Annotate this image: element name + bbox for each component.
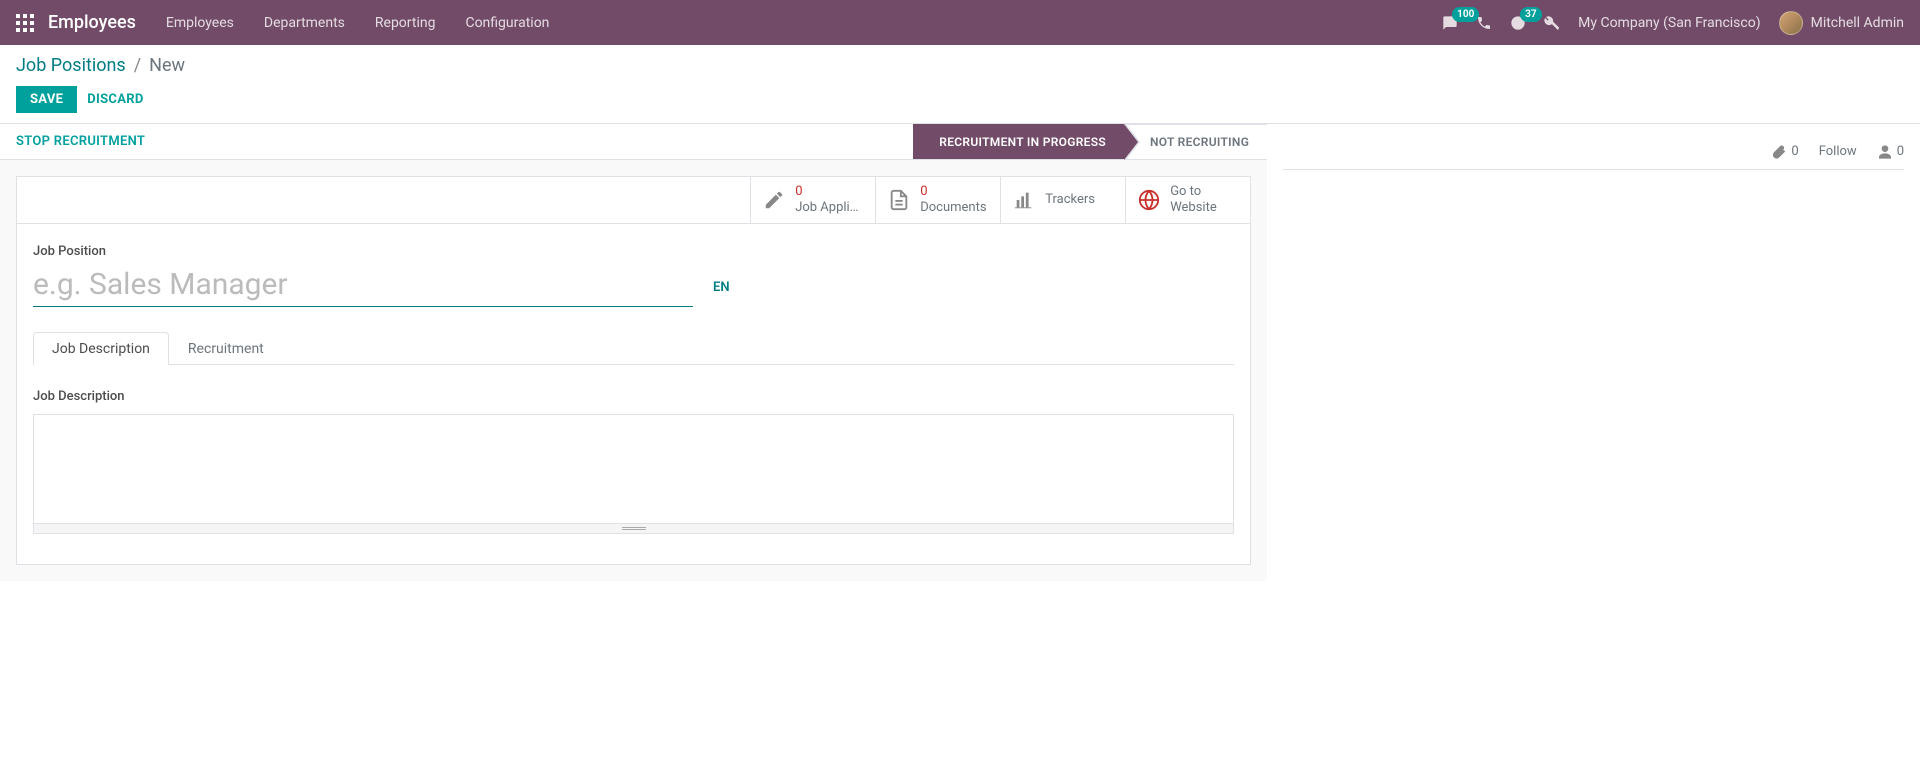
app-title: Employees	[48, 12, 136, 33]
main-column: STOP RECRUITMENT RECRUITMENT IN PROGRESS…	[0, 124, 1267, 581]
menu-employees[interactable]: Employees	[166, 15, 234, 31]
stat-applications-label: Job Applic...	[795, 200, 863, 216]
bar-chart-icon	[1013, 189, 1035, 211]
phone-icon[interactable]	[1476, 15, 1492, 31]
followers-button[interactable]: 0	[1877, 144, 1904, 160]
stat-trackers-label: Trackers	[1045, 192, 1095, 208]
document-icon	[888, 189, 910, 211]
title-input-wrap	[33, 263, 693, 307]
main-wrap: STOP RECRUITMENT RECRUITMENT IN PROGRESS…	[0, 124, 1920, 581]
form-sheet: 0 Job Applic... 0 Documents	[16, 176, 1251, 565]
side-column: 0 Follow 0	[1267, 124, 1920, 581]
debug-icon[interactable]	[1544, 15, 1560, 31]
globe-icon	[1138, 189, 1160, 211]
stat-applications-value: 0	[795, 184, 863, 200]
status-bar: STOP RECRUITMENT RECRUITMENT IN PROGRESS…	[0, 124, 1267, 160]
breadcrumb-sep: /	[134, 55, 141, 76]
user-name: Mitchell Admin	[1811, 15, 1904, 31]
menu-departments[interactable]: Departments	[264, 15, 345, 31]
job-position-input[interactable]	[33, 263, 693, 307]
top-navbar: Employees Employees Departments Reportin…	[0, 0, 1920, 45]
follow-button[interactable]: Follow	[1819, 144, 1857, 159]
breadcrumb-current: New	[149, 55, 185, 76]
status-steps: RECRUITMENT IN PROGRESS NOT RECRUITING	[913, 124, 1267, 159]
job-description-label: Job Description	[33, 389, 1234, 404]
job-description-editor[interactable]	[33, 414, 1234, 524]
stat-website-label1: Go to	[1170, 184, 1217, 200]
stat-trackers[interactable]: Trackers	[1000, 177, 1125, 223]
stat-documents-value: 0	[920, 184, 986, 200]
discard-button[interactable]: DISCARD	[87, 92, 143, 107]
avatar	[1779, 11, 1803, 35]
language-badge[interactable]: EN	[713, 280, 730, 307]
activities-icon[interactable]: 37	[1510, 15, 1526, 31]
tab-job-description[interactable]: Job Description	[33, 332, 169, 365]
stat-buttons: 0 Job Applic... 0 Documents	[17, 177, 1250, 224]
save-button[interactable]: SAVE	[16, 86, 77, 113]
messages-icon[interactable]: 100	[1442, 15, 1458, 31]
apps-icon[interactable]	[16, 14, 34, 32]
menu-configuration[interactable]: Configuration	[465, 15, 549, 31]
pencil-icon	[763, 189, 785, 211]
action-buttons: SAVE DISCARD	[16, 86, 1904, 113]
form-container: 0 Job Applic... 0 Documents	[0, 160, 1267, 581]
job-position-label: Job Position	[33, 244, 1234, 259]
title-row: EN	[33, 263, 1234, 307]
navbar-right: 100 37 My Company (San Francisco) Mitche…	[1442, 11, 1904, 35]
user-icon	[1877, 144, 1893, 160]
paperclip-icon	[1771, 144, 1787, 160]
followers-count: 0	[1897, 144, 1904, 159]
stat-documents-label: Documents	[920, 200, 986, 216]
company-switcher[interactable]: My Company (San Francisco)	[1578, 15, 1760, 31]
user-menu[interactable]: Mitchell Admin	[1779, 11, 1904, 35]
attachments-count: 0	[1791, 144, 1798, 159]
stat-website[interactable]: Go to Website	[1125, 177, 1250, 223]
status-recruiting[interactable]: RECRUITMENT IN PROGRESS	[913, 124, 1124, 159]
status-not-recruiting[interactable]: NOT RECRUITING	[1124, 124, 1267, 159]
stat-applications[interactable]: 0 Job Applic...	[750, 177, 875, 223]
stat-website-label2: Website	[1170, 200, 1217, 216]
form-tabs: Job Description Recruitment	[33, 331, 1234, 365]
stat-documents[interactable]: 0 Documents	[875, 177, 1000, 223]
tab-recruitment[interactable]: Recruitment	[169, 332, 283, 365]
control-panel: Job Positions / New SAVE DISCARD	[0, 45, 1920, 124]
chatter-actions: 0 Follow 0	[1283, 134, 1904, 170]
activities-badge: 37	[1520, 7, 1541, 22]
breadcrumb: Job Positions / New	[16, 55, 1904, 76]
breadcrumb-parent[interactable]: Job Positions	[16, 55, 126, 76]
attachments-button[interactable]: 0	[1771, 144, 1798, 160]
form-body: Job Position EN Job Description Recruitm…	[17, 224, 1250, 564]
main-menu: Employees Departments Reporting Configur…	[166, 15, 550, 31]
menu-reporting[interactable]: Reporting	[375, 15, 436, 31]
resize-grip[interactable]	[33, 524, 1234, 534]
stop-recruitment-button[interactable]: STOP RECRUITMENT	[16, 134, 145, 149]
